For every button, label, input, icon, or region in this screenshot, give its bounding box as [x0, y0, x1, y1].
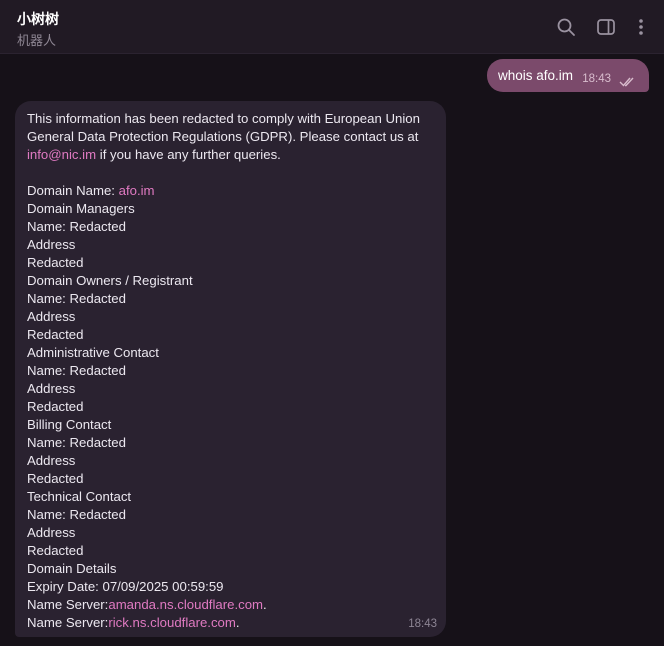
whois-line: Redacted [27, 399, 84, 414]
search-button[interactable] [554, 15, 578, 39]
whois-lines: Domain Managers Name: Redacted Address Reda… [27, 200, 437, 596]
whois-line: Expiry Date: 07/09/2025 00:59:59 [27, 579, 224, 594]
intro-paragraph: This information has been redacted to co… [27, 111, 420, 162]
message-time: 18:43 [582, 73, 611, 85]
whois-line: Name: Redacted [27, 219, 126, 234]
domain-link[interactable]: afo.im [119, 183, 155, 198]
name-server-line: Name Server:rick.ns.cloudflare.com. [27, 615, 240, 630]
whois-line: Address [27, 381, 76, 396]
whois-line: Technical Contact [27, 489, 132, 504]
email-link[interactable]: info@nic.im [27, 147, 96, 162]
whois-line: Address [27, 237, 76, 252]
double-check-icon [619, 74, 637, 92]
whois-line: Address [27, 525, 76, 540]
message-time: 18:43 [408, 618, 437, 630]
whois-line: Address [27, 309, 76, 324]
sidebar-toggle-icon [596, 17, 616, 37]
whois-line: Name: Redacted [27, 291, 126, 306]
chat-subtitle: 机器人 [17, 34, 57, 49]
outgoing-message-text: whois afo.im [498, 68, 574, 83]
whois-line: Name: Redacted [27, 435, 126, 450]
chat-title[interactable]: 小树树 [17, 9, 59, 29]
whois-line: Domain Managers [27, 201, 135, 216]
sidebar-toggle-button[interactable] [594, 15, 618, 39]
whois-line: Domain Owners / Registrant [27, 273, 193, 288]
message-text: This information has been redacted to co… [27, 110, 437, 632]
more-options-button[interactable] [629, 15, 653, 39]
whois-line: Administrative Contact [27, 345, 159, 360]
name-server-link[interactable]: rick.ns.cloudflare.com [108, 615, 236, 630]
chat-header: 小树树 机器人 [0, 0, 664, 54]
whois-line: Name: Redacted [27, 363, 126, 378]
whois-line: Name: Redacted [27, 507, 126, 522]
whois-line: Redacted [27, 471, 84, 486]
outgoing-message[interactable]: whois afo.im 18:43 [487, 59, 649, 92]
whois-line: Domain Details [27, 561, 117, 576]
whois-line: Billing Contact [27, 417, 112, 432]
whois-line: Address [27, 453, 76, 468]
more-vertical-icon [631, 17, 651, 37]
name-server-line: Name Server:amanda.ns.cloudflare.com. [27, 597, 267, 612]
message-list[interactable]: whois afo.im 18:43 This information has … [0, 54, 664, 646]
domain-name-line: Domain Name: afo.im [27, 183, 155, 198]
name-server-link[interactable]: amanda.ns.cloudflare.com [108, 597, 263, 612]
whois-line: Redacted [27, 327, 84, 342]
incoming-message[interactable]: This information has been redacted to co… [15, 101, 446, 637]
whois-line: Redacted [27, 255, 84, 270]
search-icon [556, 17, 576, 37]
outgoing-domain-link[interactable]: afo.im [536, 68, 573, 83]
whois-line: Redacted [27, 543, 84, 558]
